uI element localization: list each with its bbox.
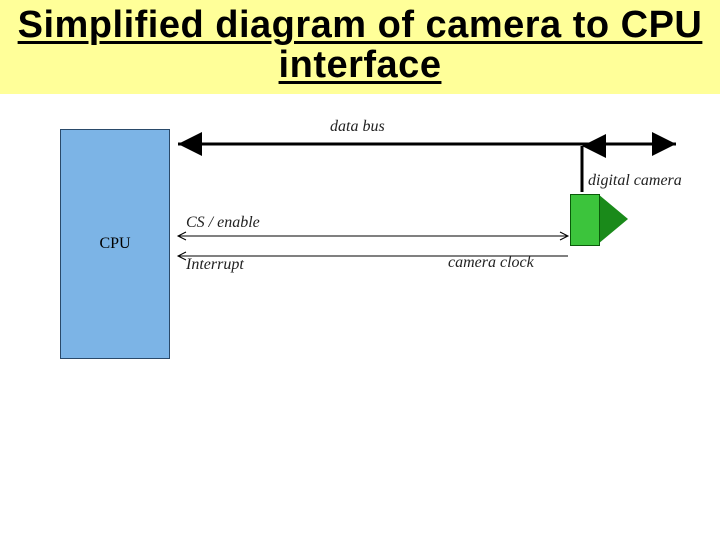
camera-lens-icon (598, 194, 628, 244)
camera-clock-label: camera clock (448, 254, 534, 272)
title-band: Simplified diagram of camera to CPU inte… (0, 0, 720, 94)
interrupt-label: Interrupt (186, 256, 244, 274)
camera-block (570, 194, 600, 246)
page-title: Simplified diagram of camera to CPU inte… (18, 4, 703, 86)
diagram-stage: CPU data bus CS (0, 94, 720, 514)
camera-label: digital camera (588, 172, 682, 190)
interrupt-line (0, 94, 720, 394)
